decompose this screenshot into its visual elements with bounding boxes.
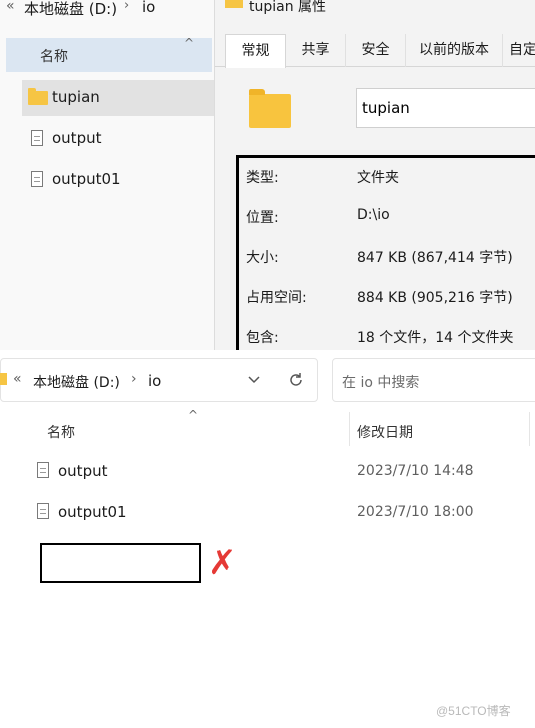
folder-icon xyxy=(0,373,7,385)
prop-label-size: 大小: xyxy=(246,250,279,266)
prop-label-disk-size: 占用空间: xyxy=(246,290,307,306)
sort-caret-icon: ^ xyxy=(188,408,199,422)
breadcrumb-drive[interactable]: 本地磁盘 (D:) xyxy=(24,0,117,19)
dialog-titlebar[interactable]: tupian 属性 xyxy=(215,0,535,16)
prop-label-contains: 包含: xyxy=(246,330,279,346)
tab-customize[interactable]: 自定 xyxy=(503,34,535,67)
breadcrumb-separator-icon: › xyxy=(124,0,130,13)
table-row-output01[interactable]: output01 2023/7/10 18:00 xyxy=(28,495,535,531)
bottom-explorer-window: « 本地磁盘 (D:) › io 在 io 中搜索 名称 ^ 修改日期 outp… xyxy=(0,350,535,728)
file-name: output xyxy=(58,462,108,480)
breadcrumb-folder[interactable]: io xyxy=(148,372,161,390)
watermark: @51CTO博客 xyxy=(436,704,511,718)
prop-value-location: D:\io xyxy=(357,207,390,223)
top-explorer-window: « 本地磁盘 (D:) › io 名称 ^ tupian output outp… xyxy=(0,0,214,350)
list-item-tupian[interactable] xyxy=(22,80,214,116)
nav-back-chevron-icon[interactable]: « xyxy=(13,371,22,387)
prop-value-type: 文件夹 xyxy=(357,170,399,186)
prop-label-location: 位置: xyxy=(246,210,279,226)
file-icon xyxy=(31,171,43,187)
search-placeholder: 在 io 中搜索 xyxy=(342,375,420,391)
column-header-label: 名称 xyxy=(40,49,68,65)
sort-caret-icon: ^ xyxy=(184,36,195,50)
column-header-name[interactable]: 名称 ^ xyxy=(28,408,348,448)
file-icon xyxy=(31,130,43,146)
tab-sharing[interactable]: 共享 xyxy=(286,34,346,67)
folder-icon xyxy=(225,0,243,8)
tab-previous-versions[interactable]: 以前的版本 xyxy=(406,34,503,67)
properties-dialog: tupian 属性 常规 共享 安全 以前的版本 自定 类型: 文件夹 位置: … xyxy=(214,0,535,350)
file-name: output01 xyxy=(58,503,127,521)
breadcrumb-folder[interactable]: io xyxy=(142,0,155,16)
rename-input-empty[interactable] xyxy=(40,543,201,583)
breadcrumb-separator-icon: › xyxy=(131,371,137,387)
folder-name-input[interactable] xyxy=(356,88,535,128)
column-divider[interactable] xyxy=(529,412,530,446)
file-icon xyxy=(37,503,49,519)
nav-back-chevron-icon[interactable]: « xyxy=(6,0,15,14)
prop-label-type: 类型: xyxy=(246,170,279,186)
folder-icon xyxy=(28,88,48,105)
file-icon xyxy=(37,462,49,478)
prop-value-contains: 18 个文件，14 个文件夹 xyxy=(357,330,514,346)
table-row-output[interactable]: output 2023/7/10 14:48 xyxy=(28,454,535,490)
tab-strip: 常规 共享 安全 以前的版本 自定 xyxy=(215,34,535,68)
chevron-down-icon[interactable] xyxy=(247,375,261,385)
large-folder-icon xyxy=(249,89,291,128)
address-bar[interactable]: « 本地磁盘 (D:) › io xyxy=(0,358,318,402)
list-item-label: output xyxy=(52,129,102,147)
list-item-label: output01 xyxy=(52,170,121,188)
top-breadcrumb: « 本地磁盘 (D:) › io xyxy=(0,0,214,22)
list-item-output[interactable] xyxy=(22,122,214,158)
prop-value-disk-size: 884 KB (905,216 字节) xyxy=(357,290,513,306)
column-header-name[interactable]: 名称 ^ xyxy=(6,36,212,72)
tab-security[interactable]: 安全 xyxy=(346,34,406,67)
prop-value-size: 847 KB (867,414 字节) xyxy=(357,250,513,266)
list-item-label: tupian xyxy=(52,88,100,106)
refresh-icon[interactable] xyxy=(287,371,305,389)
search-input[interactable]: 在 io 中搜索 xyxy=(332,358,535,402)
file-modified-date: 2023/7/10 18:00 xyxy=(357,504,474,520)
column-header-label: 修改日期 xyxy=(357,425,413,441)
tab-general[interactable]: 常规 xyxy=(225,34,286,68)
column-header-modified[interactable]: 修改日期 xyxy=(350,412,530,448)
error-cross-mark: ✗ xyxy=(208,543,237,583)
column-header-label: 名称 xyxy=(47,425,75,441)
dialog-title: tupian 属性 xyxy=(249,0,327,15)
file-modified-date: 2023/7/10 14:48 xyxy=(357,463,474,479)
breadcrumb-drive[interactable]: 本地磁盘 (D:) xyxy=(33,372,120,392)
